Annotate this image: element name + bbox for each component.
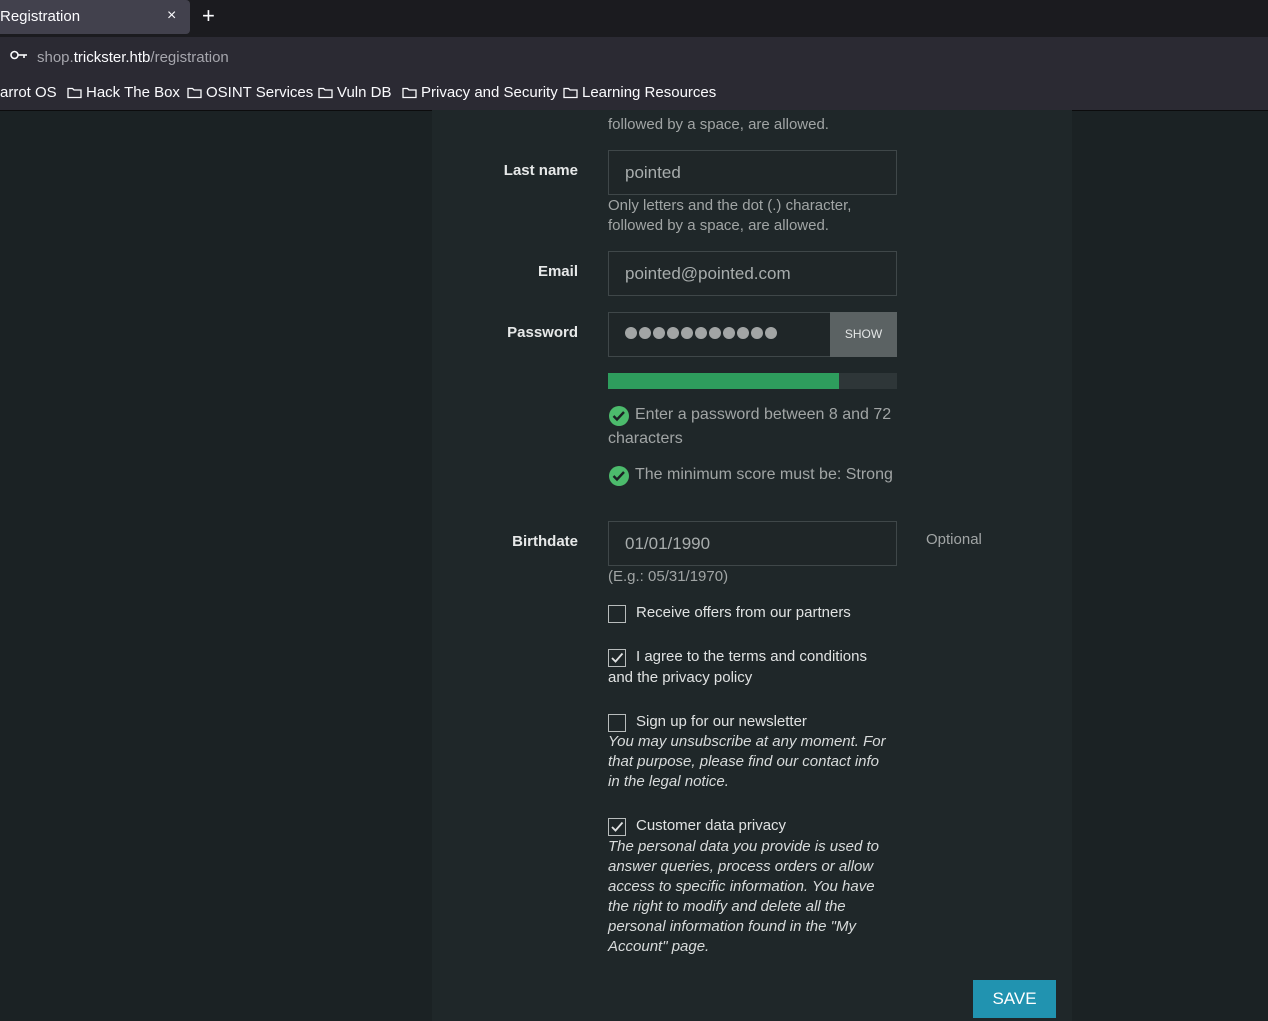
checkmark-icon [611,652,624,663]
last-name-value: pointed [625,163,681,182]
password-dot [695,327,707,339]
password-strength-fill [608,373,840,389]
privacy-note-line1: The personal data you provide is used to [608,838,880,855]
folder-icon [187,87,202,98]
tab-bar: Registration × + [0,0,1268,37]
folder-icon [402,87,417,98]
password-dot [737,327,749,339]
terms-checkbox[interactable] [608,649,626,667]
password-dot [639,327,651,339]
new-tab-plus-icon[interactable]: + [202,4,215,28]
birthdate-label: Birthdate [512,533,578,550]
password-dot [751,327,763,339]
check-circle-icon [609,466,629,486]
bookmark-privacy-and-security[interactable]: Privacy and Security [402,84,558,101]
privacy-note-line3: access to specific information. You have [608,878,875,895]
bookmark-vuln-db[interactable]: Vuln DB [318,84,391,101]
url-subdomain: shop. [37,49,74,66]
password-dot [653,327,665,339]
tab-title: Registration [0,8,81,25]
password-rule-length: Enter a password between 8 and 72 [635,406,892,423]
birthdate-input[interactable]: 01/01/1990 [608,521,897,566]
terms-label-cont: and the privacy policy [608,669,753,686]
first-name-hint: followed by a space, are allowed. [608,116,829,133]
newsletter-note-line2: that purpose, please find our contact in… [608,753,880,770]
close-icon[interactable]: × [167,6,176,26]
last-name-hint-line1: Only letters and the dot (.) character, [608,197,852,214]
bookmark-label: Learning Resources [582,84,717,101]
folder-icon [318,87,333,98]
password-dot [723,327,735,339]
password-dot [625,327,637,339]
privacy-note-line6: Account" page. [608,938,710,955]
birthdate-example: (E.g.: 05/31/1970) [608,568,729,585]
password-label: Password [507,324,578,341]
customer-privacy-checkbox[interactable] [608,818,626,836]
bookmarks-bar: arrot OS Hack The Box OSINT Services Vul… [0,74,1268,111]
password-dot [681,327,693,339]
newsletter-label: Sign up for our newsletter [636,713,807,730]
url-bar[interactable]: shop.trickster.htb/registration [37,49,229,66]
bookmark-parrot-os[interactable]: arrot OS [0,84,57,101]
partners-label: Receive offers from our partners [636,604,851,621]
key-icon[interactable] [10,49,28,61]
newsletter-note-line3: in the legal notice. [608,773,729,790]
birthdate-optional: Optional [926,531,982,548]
password-dot [709,327,721,339]
partners-checkbox[interactable] [608,605,626,623]
newsletter-checkbox[interactable] [608,714,626,732]
bookmark-label: Vuln DB [337,84,392,101]
customer-privacy-label: Customer data privacy [636,817,787,834]
last-name-hint-line2: followed by a space, are allowed. [608,217,829,234]
folder-icon [67,87,82,98]
bookmark-hack-the-box[interactable]: Hack The Box [67,84,180,101]
privacy-note-line2: answer queries, process orders or allow [608,858,874,875]
email-input[interactable]: pointed@pointed.com [608,251,897,296]
terms-label: I agree to the terms and conditions [636,648,867,665]
email-value: pointed@pointed.com [625,264,791,283]
password-dot [667,327,679,339]
password-dot [765,327,777,339]
url-path: /registration [150,49,229,66]
birthdate-value: 01/01/1990 [625,534,711,553]
tab-registration[interactable]: Registration × [0,0,190,34]
check-circle-icon [609,406,629,426]
save-button[interactable]: SAVE [973,980,1056,1018]
folder-icon [563,87,578,98]
privacy-note-line5: personal information found in the "My [608,918,856,935]
bookmark-label: Privacy and Security [421,84,558,101]
last-name-label: Last name [503,162,578,179]
bookmark-osint-services[interactable]: OSINT Services [187,84,313,101]
newsletter-note-line1: You may unsubscribe at any moment. For [608,733,886,750]
password-rule-score: The minimum score must be: Strong [635,466,893,483]
privacy-note-line4: the right to modify and delete all the [608,898,846,915]
bookmark-label: arrot OS [0,84,57,101]
bookmark-learning-resources[interactable]: Learning Resources [563,84,716,101]
password-masked-value [625,327,777,339]
checkmark-icon [611,821,624,832]
url-host: trickster.htb [73,49,151,66]
navigation-bar: shop.trickster.htb/registration [0,37,1268,74]
last-name-input[interactable]: pointed [608,150,897,195]
email-label: Email [537,263,578,280]
show-password-button[interactable]: SHOW [830,312,897,357]
password-rule-length-cont: characters [608,430,683,447]
bookmark-label: Hack The Box [86,84,180,101]
password-strength-meter [608,373,897,389]
bookmark-label: OSINT Services [206,84,314,101]
